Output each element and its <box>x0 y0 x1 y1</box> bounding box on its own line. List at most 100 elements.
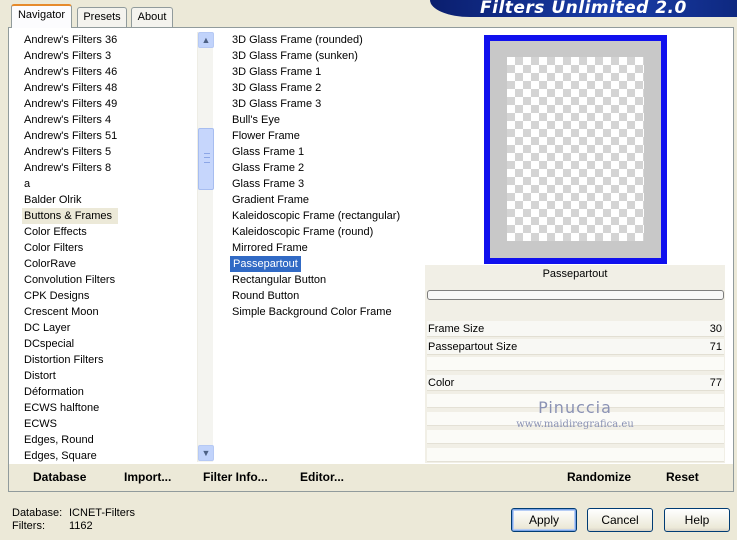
list-item[interactable]: Déformation <box>22 384 197 400</box>
param-slot-empty <box>427 448 724 462</box>
list-item[interactable]: ECWS halftone <box>22 400 197 416</box>
list-item[interactable]: CPK Designs <box>22 288 197 304</box>
list-item[interactable]: Round Button <box>230 288 420 304</box>
scroll-up-button[interactable]: ▲ <box>198 32 214 48</box>
list-item-label: Buttons & Frames <box>22 208 119 224</box>
list-item-text: Kaleidoscopic Frame (rectangular) <box>232 210 401 222</box>
list-item[interactable]: ≡Gradient Frame <box>230 192 420 208</box>
randomize-button[interactable]: Randomize <box>567 470 631 484</box>
list-item[interactable]: ColorRave <box>22 256 197 272</box>
list-item[interactable]: Edges, Square <box>22 448 197 462</box>
editor-button[interactable]: Editor... <box>300 470 344 484</box>
category-scrollbar[interactable]: ▲ ▼ <box>197 32 214 462</box>
list-item[interactable]: Mirrored Frame <box>230 240 420 256</box>
category-list[interactable]: Andrew's Filters 36 Andrew's Filters 3 And… <box>22 32 197 462</box>
filter-list[interactable]: 3D Glass Frame (rounded) 3D Glass Frame (… <box>230 32 420 332</box>
list-item[interactable]: 3D Glass Frame 3 <box>230 96 420 112</box>
list-item-label: Bull's Eye <box>230 114 280 126</box>
list-item-label: Andrew's Filters 36 <box>22 34 117 46</box>
cancel-button[interactable]: Cancel <box>587 508 653 532</box>
list-item-text: DC Layer <box>24 322 71 334</box>
list-item-text: Edges, Round <box>24 434 94 446</box>
list-item-text: Andrew's Filters 36 <box>24 34 118 46</box>
list-item[interactable]: ≡Flower Frame <box>230 128 420 144</box>
list-item-text: 3D Glass Frame 1 <box>232 66 322 78</box>
list-item-label: ECWS halftone <box>22 402 99 414</box>
list-item[interactable]: Andrew's Filters 3 <box>22 48 197 64</box>
list-item[interactable]: DC Layer <box>22 320 197 336</box>
list-item[interactable]: Distortion Filters <box>22 352 197 368</box>
list-item[interactable]: Kaleidoscopic Frame (rectangular) <box>230 208 420 224</box>
list-item-label: Color Effects <box>22 226 87 238</box>
list-item-text: Distort <box>24 370 56 382</box>
list-item[interactable]: Andrew's Filters 51 <box>22 128 197 144</box>
list-item-label: Andrew's Filters 49 <box>22 98 117 110</box>
list-item[interactable]: 3D Glass Frame (sunken) <box>230 48 420 64</box>
list-item-text: Buttons & Frames <box>24 210 113 222</box>
watermark-name: Pinuccia <box>538 398 612 417</box>
list-item[interactable]: Color Effects <box>22 224 197 240</box>
list-item[interactable]: a <box>22 176 197 192</box>
tab-about[interactable]: About <box>131 7 173 27</box>
list-item[interactable]: ECWS <box>22 416 197 432</box>
list-item[interactable]: Simple Background Color Frame <box>230 304 420 320</box>
list-item[interactable]: ≡Passepartout <box>230 256 420 272</box>
list-item-text: Bull's Eye <box>232 114 280 126</box>
list-item[interactable]: Balder Olrik <box>22 192 197 208</box>
list-item-text: CPK Designs <box>24 290 90 302</box>
database-label: Database: <box>12 507 63 519</box>
list-item[interactable]: Convolution Filters <box>22 272 197 288</box>
list-item-text: ECWS <box>24 418 57 430</box>
import-button[interactable]: Import... <box>124 470 171 484</box>
param-value: 71 <box>709 341 722 353</box>
list-item[interactable]: 3D Glass Frame (rounded) <box>230 32 420 48</box>
list-item[interactable]: Andrew's Filters 48 <box>22 80 197 96</box>
list-item-label: Color Filters <box>22 242 83 254</box>
list-item[interactable]: Rectangular Button <box>230 272 420 288</box>
filters-count: 1162 <box>69 520 93 532</box>
list-item[interactable]: 3D Glass Frame 1 <box>230 64 420 80</box>
list-item[interactable]: Andrew's Filters 8 <box>22 160 197 176</box>
list-item[interactable]: Andrew's Filters 5 <box>22 144 197 160</box>
list-item-label: Andrew's Filters 4 <box>22 114 111 126</box>
list-item[interactable]: Andrew's Filters 4 <box>22 112 197 128</box>
list-item[interactable]: Glass Frame 3 <box>230 176 420 192</box>
param-passepartout-size[interactable]: Passepartout Size 71 <box>427 339 724 355</box>
reset-button[interactable]: Reset <box>666 470 699 484</box>
list-item[interactable]: Distort <box>22 368 197 384</box>
list-item[interactable]: Andrew's Filters 46 <box>22 64 197 80</box>
help-button[interactable]: Help <box>664 508 730 532</box>
list-item-text: Andrew's Filters 49 <box>24 98 118 110</box>
list-item[interactable]: Glass Frame 1 <box>230 144 420 160</box>
list-item[interactable]: DCspecial <box>22 336 197 352</box>
scroll-down-button[interactable]: ▼ <box>198 445 214 461</box>
list-item[interactable]: Edges, Round <box>22 432 197 448</box>
list-item[interactable]: Bull's Eye <box>230 112 420 128</box>
database-button[interactable]: Database <box>33 470 86 484</box>
apply-button[interactable]: Apply <box>511 508 577 532</box>
tab-presets[interactable]: Presets <box>77 7 127 27</box>
list-item-label: ≡Passepartout <box>230 256 301 272</box>
param-frame-size[interactable]: Frame Size 30 <box>427 321 724 337</box>
list-item[interactable]: Crescent Moon <box>22 304 197 320</box>
scroll-thumb[interactable] <box>198 128 214 190</box>
tab-navigator[interactable]: Navigator <box>11 4 72 28</box>
grip-icon <box>204 153 210 163</box>
list-item[interactable]: 3D Glass Frame 2 <box>230 80 420 96</box>
list-item[interactable]: Andrew's Filters 36 <box>22 32 197 48</box>
list-item[interactable]: Glass Frame 2 <box>230 160 420 176</box>
list-item[interactable]: Buttons & Frames <box>22 208 197 224</box>
param-color[interactable]: Color 77 <box>427 375 724 391</box>
list-item[interactable]: Color Filters <box>22 240 197 256</box>
list-item-label: a <box>22 178 30 190</box>
list-item[interactable]: Andrew's Filters 49 <box>22 96 197 112</box>
filter-info-button[interactable]: Filter Info... <box>203 470 268 484</box>
list-item-text: a <box>24 178 31 190</box>
list-item-text: Gradient Frame <box>232 194 310 206</box>
list-item-label: Kaleidoscopic Frame (rectangular) <box>230 210 400 222</box>
list-item-text: Round Button <box>232 290 300 302</box>
list-item[interactable]: Kaleidoscopic Frame (round) <box>230 224 420 240</box>
list-item-text: Distortion Filters <box>24 354 104 366</box>
list-item-label: Rectangular Button <box>230 274 326 286</box>
param-label: Frame Size <box>428 323 485 335</box>
